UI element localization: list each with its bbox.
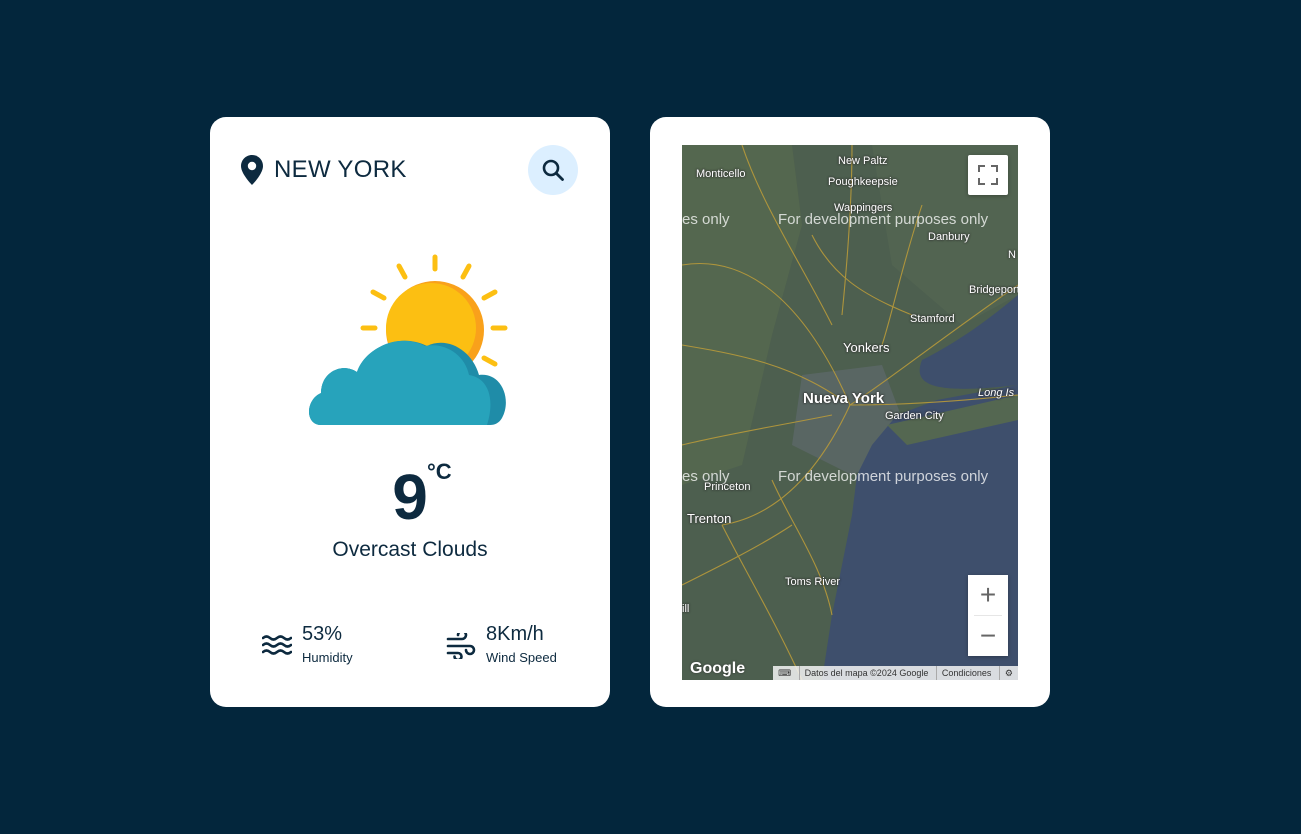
wind-icon (446, 633, 476, 659)
humidity-value: 53% (302, 623, 343, 645)
zoom-control: + − (968, 575, 1008, 656)
temperature-display: 9 (210, 462, 610, 532)
temperature-unit: °C (427, 459, 452, 484)
map-label: Yonkers (843, 340, 890, 355)
google-logo: Google (690, 660, 746, 677)
map-label: Long Is (978, 387, 1015, 399)
map-label: Trenton (687, 511, 732, 526)
map-label: New Paltz (838, 155, 888, 167)
location-header: NEW YORK (240, 145, 578, 195)
wind-value: 8Km/h (486, 623, 544, 645)
map-label: Monticello (696, 168, 746, 180)
map-attribution: ⌨ Datos del mapa ©2024 Google Condicione… (773, 666, 1018, 680)
sun-behind-cloud-icon (309, 254, 508, 425)
map-pin-icon (241, 155, 263, 185)
map-data-credit: Datos del mapa ©2024 Google (798, 666, 934, 680)
city-name: NEW YORK (274, 156, 407, 183)
search-button[interactable] (528, 145, 578, 195)
dev-watermark: For development purposes only (778, 468, 989, 485)
temperature-value: 9 (392, 461, 428, 533)
map-label: Poughkeepsie (828, 176, 898, 188)
humidity-label: Humidity (302, 650, 353, 665)
weather-card: NEW YORK 9 °C Overcast Clouds 53% Humidi… (210, 117, 610, 707)
map-card: es only For development purposes only es… (650, 117, 1050, 707)
map-label: ill (682, 603, 690, 615)
map-label: Toms River (785, 576, 841, 588)
fullscreen-button[interactable] (968, 155, 1008, 195)
map-label: Nueva York (803, 390, 885, 407)
map-label: N (1008, 249, 1016, 261)
map-view[interactable]: es only For development purposes only es… (682, 145, 1018, 680)
humidity-stat: 53% Humidity (262, 623, 392, 667)
map-label: Stamford (910, 313, 955, 325)
dev-watermark-clipped: es only (682, 211, 730, 228)
terms-link[interactable]: Condiciones (935, 666, 997, 680)
zoom-in-button[interactable]: + (968, 575, 1008, 615)
report-error-button[interactable]: ⚙ (998, 666, 1018, 680)
fullscreen-icon (978, 165, 998, 185)
map-label: Danbury (928, 231, 970, 243)
wind-stat: 8Km/h Wind Speed (446, 623, 586, 667)
weather-description: Overcast Clouds (332, 538, 488, 561)
zoom-out-button[interactable]: − (968, 616, 1008, 656)
map-label: Princeton (704, 481, 751, 493)
search-icon (542, 159, 564, 181)
waves-icon (262, 635, 292, 655)
wind-label: Wind Speed (486, 650, 557, 665)
keyboard-shortcuts-button[interactable]: ⌨ (773, 666, 796, 680)
map-label: Wappingers (834, 202, 893, 214)
map-label: Garden City (885, 410, 944, 422)
map-label: Bridgeport (969, 284, 1018, 296)
